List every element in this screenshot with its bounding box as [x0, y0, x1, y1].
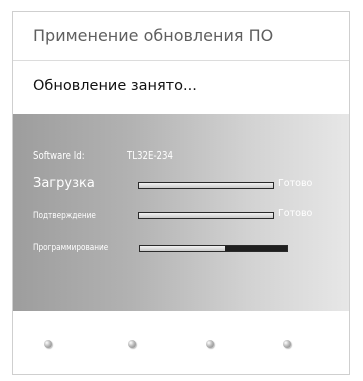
programming-progress-fill — [140, 246, 226, 251]
programming-progress-bar — [139, 245, 288, 252]
download-label: Загрузка — [33, 176, 95, 191]
verification-progress-fill — [139, 213, 273, 218]
verification-status: Готово — [278, 208, 313, 219]
verification-label: Подтверждение — [33, 211, 96, 221]
dot-button-icon[interactable] — [128, 340, 136, 348]
software-id-value: TL32E-234 — [127, 150, 173, 162]
dot-button-icon[interactable] — [283, 340, 291, 348]
status-text: Обновление занято... — [33, 78, 197, 94]
update-screen: Применение обновления ПО Обновление заня… — [0, 0, 363, 381]
verification-progress-bar — [138, 212, 274, 219]
programming-label: Программирование — [33, 243, 109, 253]
download-progress-fill — [139, 183, 273, 188]
dot-button-icon[interactable] — [206, 340, 214, 348]
dialog-title: Применение обновления ПО — [33, 26, 274, 45]
update-dialog: Применение обновления ПО Обновление заня… — [12, 11, 350, 375]
progress-section: Software Id: TL32E-234 Загрузка Готово П… — [13, 114, 349, 311]
title-divider — [13, 60, 349, 61]
download-progress-bar — [138, 182, 274, 189]
color-button-row — [13, 328, 349, 358]
dot-button-icon[interactable] — [44, 340, 52, 348]
software-id-label: Software Id: — [33, 150, 85, 162]
download-status: Готово — [278, 178, 313, 189]
